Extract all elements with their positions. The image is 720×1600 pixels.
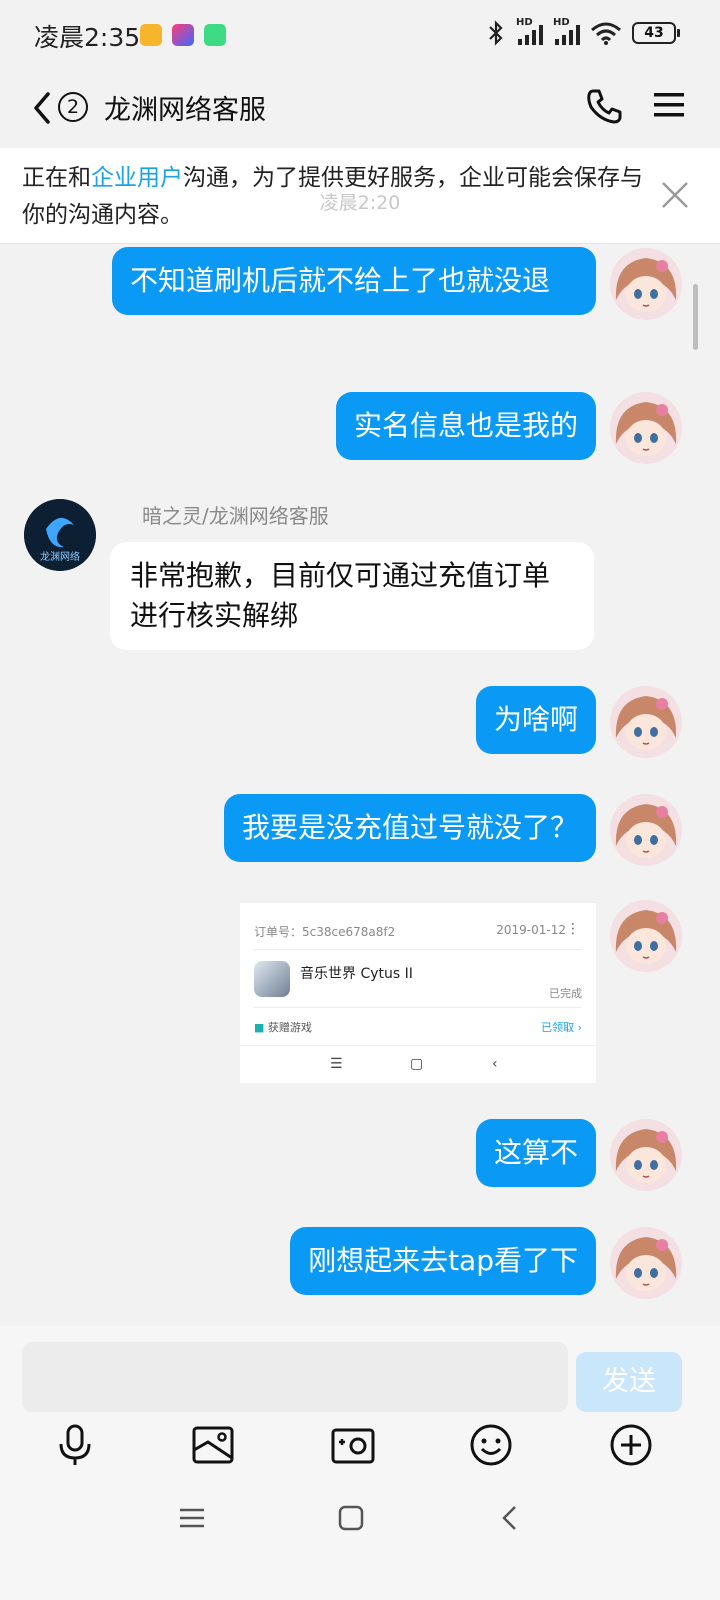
message-input[interactable] [22,1342,568,1412]
phone-icon[interactable] [584,86,624,126]
order-date: 2019-01-12 [496,923,566,937]
order-status: 已完成 [549,987,582,1000]
user-avatar[interactable] [610,1119,682,1191]
message-bubble-incoming[interactable]: 非常抱歉，目前仅可通过充值订单进行核实解绑 [110,542,594,650]
video-app-icon [172,24,194,46]
unread-count-badge[interactable]: 2 [58,92,88,122]
status-time: 凌晨2:35 [34,23,141,52]
user-avatar[interactable] [610,686,682,758]
home-icon: ▢ [410,1056,424,1072]
agent-avatar-logo-text: 龙渊网络 [40,552,80,563]
scrollbar[interactable] [693,284,698,350]
more-icon: ⋮ [566,921,580,937]
back-icon: ‹ [492,1056,498,1072]
recent-apps-icon[interactable] [178,1504,206,1536]
user-avatar[interactable] [610,1227,682,1299]
message-bubble-outgoing[interactable]: 刚想起来去tap看了下 [290,1227,596,1295]
game-icon [254,961,290,997]
agent-avatar[interactable]: 龙渊网络 [24,499,96,571]
menu-icon[interactable] [652,90,686,120]
android-icon [204,24,226,46]
notes-app-icon [140,24,162,46]
microphone-icon[interactable] [52,1422,98,1468]
message-bubble-outgoing[interactable]: 实名信息也是我的 [335,392,596,460]
status-bar: 凌晨2:35 HD HD 43 [0,0,720,72]
claimed-label: 已领取 › [541,1021,582,1034]
user-avatar[interactable] [610,900,682,972]
battery-icon: 43 [632,22,680,44]
wifi-icon [591,22,621,45]
message-bubble-outgoing[interactable]: 我要是没充值过号就没了？ [223,794,596,862]
emoji-icon[interactable] [468,1422,514,1468]
home-icon[interactable] [338,1504,364,1536]
signal-icon: HD [553,17,580,45]
image-icon[interactable] [190,1422,236,1468]
sender-name: 暗之灵/龙渊网络客服 [142,504,329,528]
signal-icon: HD [516,17,543,45]
camera-icon[interactable] [330,1422,376,1468]
user-avatar[interactable] [610,248,682,320]
gift-icon: ■ [254,1021,265,1034]
message-bubble-outgoing[interactable]: 这算不 [475,1119,596,1187]
back-icon[interactable] [500,1504,520,1536]
user-avatar[interactable] [610,392,682,464]
order-number: 订单号：5c38ce678a8f2 [254,925,396,939]
screenshot-nav-bar: ☰ ▢ ‹ [240,1045,596,1085]
message-timestamp: 凌晨2:20 [319,192,401,214]
user-avatar[interactable] [610,794,682,866]
input-area: 发送 [0,1326,720,1600]
bluetooth-icon [489,20,503,46]
chat-header: 2 龙渊网络客服 [0,72,720,148]
menu-icon: ☰ [330,1056,343,1072]
plus-icon[interactable] [608,1422,654,1468]
back-icon[interactable] [28,88,56,128]
message-bubble-outgoing[interactable]: 不知道刷机后就不给上了也就没退 [112,247,596,315]
game-name: 音乐世界 Cytus II [300,966,413,982]
order-screenshot-image[interactable]: 订单号：5c38ce678a8f2 2019-01-12 ⋮ 音乐世界 Cytu… [240,899,596,1083]
page-title: 龙渊网络客服 [104,95,266,126]
message-bubble-outgoing[interactable]: 为啥啊 [475,686,596,754]
send-button[interactable]: 发送 [576,1352,682,1412]
gift-label: ■ 获赠游戏 [254,1021,312,1034]
